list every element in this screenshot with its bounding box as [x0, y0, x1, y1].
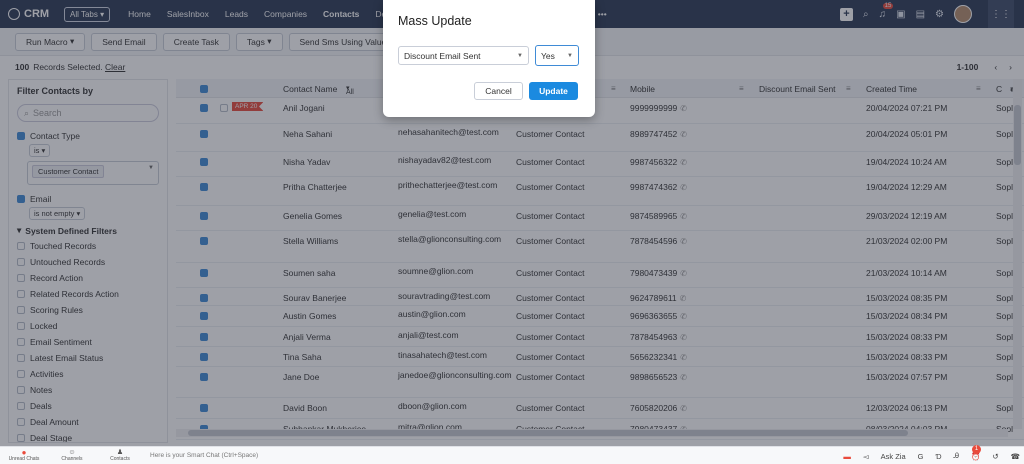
contacts-label: Contacts — [110, 455, 130, 462]
value-select-value: Yes — [541, 50, 555, 61]
field-select-value: Discount Email Sent — [404, 50, 481, 61]
channels[interactable]: ☺ Channels — [48, 449, 96, 462]
footer-tools: ▬ ◅ Ask Zia G Ɗ Ꭿ ⏰ 1 ↺ ☎ — [843, 444, 1020, 464]
unread-chats[interactable]: ● Unread Chats — [0, 448, 48, 462]
record-icon[interactable]: ▬ — [843, 452, 851, 461]
contacts[interactable]: ♟ Contacts — [96, 449, 144, 462]
alarm-icon[interactable]: ⏰ 1 — [971, 444, 982, 461]
dialog-title: Mass Update — [398, 14, 472, 28]
field-select[interactable]: Discount Email Sent ▼ — [398, 46, 529, 65]
translate-icon[interactable]: Ꭿ — [954, 451, 959, 461]
update-button[interactable]: Update — [529, 82, 578, 100]
unread-chats-label: Unread Chats — [8, 455, 40, 462]
channels-label: Channels — [61, 455, 83, 462]
announce-icon[interactable]: ◅ — [863, 452, 869, 461]
history-icon[interactable]: ↺ — [992, 452, 998, 461]
zia-icon[interactable]: G — [918, 452, 924, 461]
chevron-down-icon: ▼ — [567, 52, 573, 59]
value-select[interactable]: Yes ▼ — [535, 45, 579, 66]
cancel-button[interactable]: Cancel — [474, 82, 523, 100]
phone-icon[interactable]: ☎ — [1011, 452, 1020, 461]
chevron-down-icon: ▼ — [517, 52, 523, 59]
ask-zia-button[interactable]: Ask Zia — [881, 452, 906, 461]
alarm-badge: 1 — [972, 444, 982, 454]
bot-icon[interactable]: Ɗ — [936, 452, 942, 461]
footer-bar: ● Unread Chats ☺ Channels ♟ Contacts Her… — [0, 444, 1024, 464]
crm-app: CRM All Tabs ▾ Home SalesInbox Leads Com… — [0, 0, 1024, 464]
smart-chat-input[interactable]: Here is your Smart Chat (Ctrl+Space) — [150, 452, 258, 459]
